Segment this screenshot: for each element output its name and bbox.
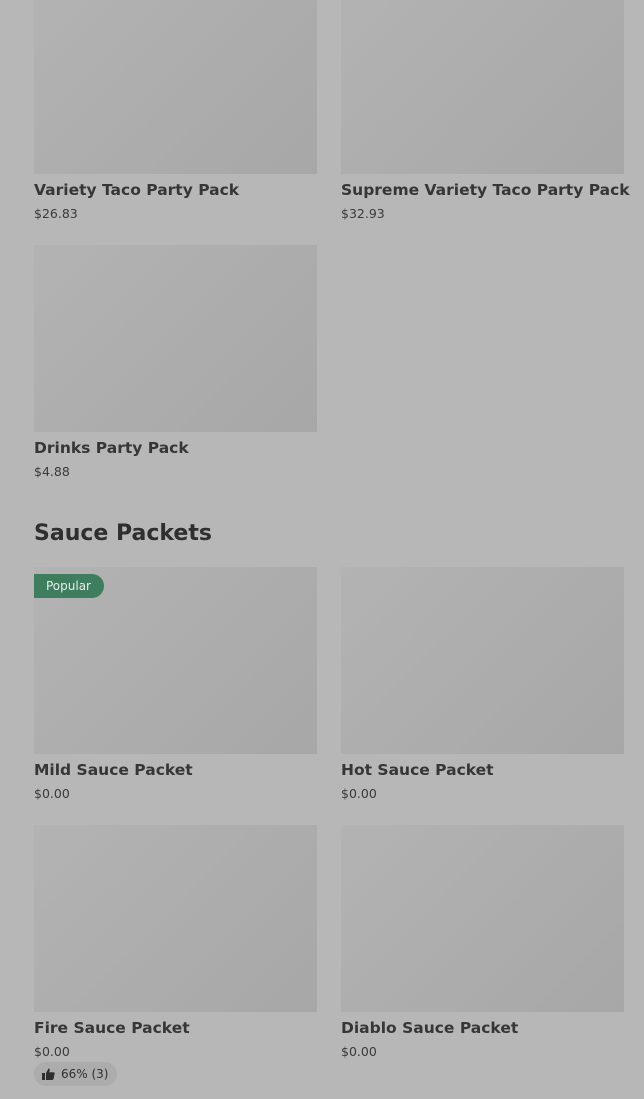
section-title: Sauce Packets	[34, 521, 212, 546]
menu-item-card[interactable]: Popular Mild Sauce Packet $0.00	[34, 567, 317, 801]
menu-item-card[interactable]: Diablo Sauce Packet $0.00	[341, 825, 624, 1059]
menu-item-price: $0.00	[341, 1044, 377, 1059]
menu-item-card[interactable]: Fire Sauce Packet $0.00	[34, 825, 317, 1059]
menu-item-name: Variety Taco Party Pack	[34, 181, 240, 199]
menu-item-price: $26.83	[34, 206, 78, 221]
menu-item-name: Mild Sauce Packet	[34, 761, 193, 779]
menu-item-name: Drinks Party Pack	[34, 439, 189, 457]
menu-item-card[interactable]: Supreme Variety Taco Party Pack $32.93	[341, 0, 630, 221]
menu-item-name: Diablo Sauce Packet	[341, 1019, 519, 1037]
menu-item-card[interactable]: Drinks Party Pack $4.88	[34, 245, 317, 479]
menu-item-name: Supreme Variety Taco Party Pack	[341, 181, 630, 199]
thumbs-up-icon	[42, 1068, 55, 1080]
menu-item-price: $0.00	[34, 786, 70, 801]
menu-item-card[interactable]: Variety Taco Party Pack $26.83	[34, 0, 317, 221]
menu-item-image	[341, 825, 624, 1012]
menu-item-image: Popular	[34, 567, 317, 754]
menu-item-image	[34, 245, 317, 432]
menu-item-image	[341, 567, 624, 754]
popular-badge: Popular	[34, 574, 104, 598]
rating-pill: 66% (3)	[34, 1062, 118, 1086]
menu-item-price: $32.93	[341, 206, 385, 221]
menu-item-image	[34, 825, 317, 1012]
menu-item-name: Hot Sauce Packet	[341, 761, 494, 779]
menu-item-image	[34, 0, 317, 174]
menu-item-image	[341, 0, 624, 174]
rating-text: 66% (3)	[61, 1067, 109, 1081]
menu-item-price: $0.00	[34, 1044, 70, 1059]
menu-item-card[interactable]: Hot Sauce Packet $0.00	[341, 567, 624, 801]
menu-item-name: Fire Sauce Packet	[34, 1019, 190, 1037]
menu-item-price: $4.88	[34, 464, 70, 479]
menu-item-price: $0.00	[341, 786, 377, 801]
